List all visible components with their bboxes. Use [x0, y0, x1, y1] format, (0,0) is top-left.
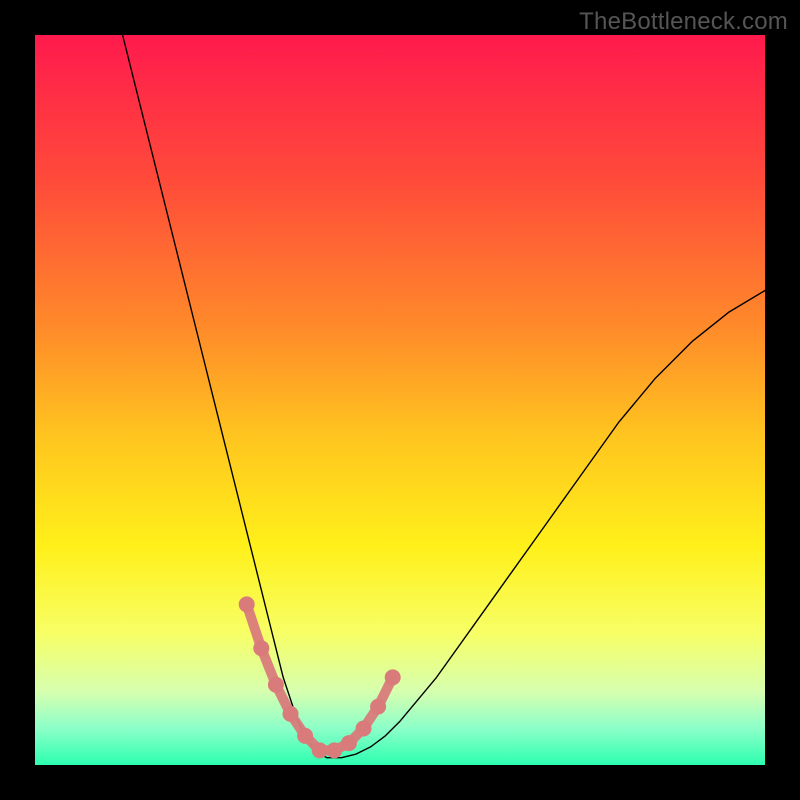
marker-dot	[326, 742, 342, 758]
watermark-text: TheBottleneck.com	[579, 8, 788, 36]
gradient-background	[35, 35, 765, 765]
plot-area	[35, 35, 765, 765]
marker-dot	[253, 640, 269, 656]
marker-dot	[283, 706, 299, 722]
marker-dot	[356, 721, 372, 737]
marker-dot	[370, 699, 386, 715]
marker-dot	[268, 677, 284, 693]
marker-dot	[385, 669, 401, 685]
chart-svg	[35, 35, 765, 765]
marker-dot	[312, 742, 328, 758]
marker-dot	[297, 728, 313, 744]
chart-frame: TheBottleneck.com	[0, 0, 800, 800]
marker-dot	[239, 596, 255, 612]
marker-dot	[341, 735, 357, 751]
